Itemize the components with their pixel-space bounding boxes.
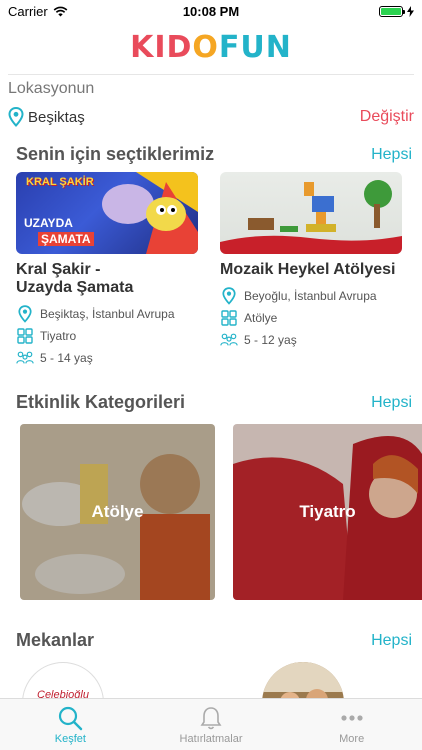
wifi-icon	[53, 6, 68, 16]
poster-title-line2: ŞAMATA	[38, 232, 94, 246]
tab-more[interactable]: More	[281, 699, 422, 750]
bell-icon	[200, 706, 222, 729]
grid-icon	[220, 309, 238, 327]
event-category-row: Atölye	[220, 307, 402, 329]
status-bar: Carrier 10:08 PM	[0, 0, 422, 22]
venues-see-all-link[interactable]: Hepsi	[371, 632, 412, 650]
carrier-label: Carrier	[8, 3, 48, 19]
change-location-button[interactable]: Değiştir	[360, 108, 414, 126]
header-divider	[8, 74, 414, 75]
picks-title: Senin için seçtiklerimiz	[16, 144, 215, 164]
event-image	[220, 172, 402, 254]
event-place-row: Beyoğlu, İstanbul Avrupa	[220, 285, 402, 307]
poster-title-line1: UZAYDA	[24, 216, 73, 230]
logo-part-fun: FUN	[218, 29, 292, 65]
event-age-row: 5 - 12 yaş	[220, 329, 402, 351]
tab-bar: Keşfet Hatırlatmalar More	[0, 698, 422, 750]
location-pin-icon	[16, 305, 34, 323]
event-category-row: Tiyatro	[16, 325, 198, 347]
event-place-row: Beşiktaş, İstanbul Avrupa	[16, 303, 198, 325]
more-dots-icon	[341, 714, 363, 721]
people-icon	[220, 331, 238, 349]
logo-part-o: O	[192, 29, 219, 65]
grid-icon	[16, 327, 34, 345]
location-row: Beşiktaş Değiştir	[8, 106, 414, 128]
categories-title: Etkinlik Kategorileri	[16, 392, 186, 412]
event-category: Atölye	[244, 311, 278, 325]
event-title-line2: Uzayda Şamata	[16, 279, 134, 296]
search-icon	[59, 706, 83, 730]
category-card-atolye[interactable]: Atölye	[20, 424, 215, 600]
app-logo: KIDOFUN	[0, 22, 422, 72]
tab-kesfet[interactable]: Keşfet	[0, 699, 141, 750]
event-card-kral-sakir[interactable]: KRAL ŞAKİR UZAYDA ŞAMATA Kral Şakir - Uz…	[16, 172, 198, 369]
event-title: Kral Şakir - Uzayda Şamata	[16, 261, 198, 297]
category-label: Tiyatro	[299, 502, 356, 521]
category-card-tiyatro[interactable]: Tiyatro	[233, 424, 422, 600]
event-place: Beşiktaş, İstanbul Avrupa	[40, 307, 175, 321]
category-label: Atölye	[91, 502, 144, 521]
poster-title-top: KRAL ŞAKİR	[26, 176, 94, 188]
tab-label: More	[339, 732, 365, 745]
tab-label: Hatırlatmalar	[179, 732, 243, 745]
event-title: Mozaik Heykel Atölyesi	[220, 261, 402, 279]
location-pin-icon	[220, 287, 238, 305]
event-title-line1: Mozaik Heykel Atölyesi	[220, 261, 396, 278]
battery-icon	[379, 5, 405, 17]
event-title-line1: Kral Şakir -	[16, 261, 101, 278]
event-age-row: 5 - 14 yaş	[16, 347, 198, 369]
event-category: Tiyatro	[40, 329, 77, 343]
event-place: Beyoğlu, İstanbul Avrupa	[244, 289, 377, 303]
location-pin-icon	[8, 107, 24, 127]
venues-title: Mekanlar	[16, 630, 95, 650]
tab-hatirlatmalar[interactable]: Hatırlatmalar	[141, 699, 282, 750]
location-value: Beşiktaş	[28, 108, 85, 126]
event-age: 5 - 14 yaş	[40, 351, 93, 365]
people-icon	[16, 349, 34, 367]
picks-see-all-link[interactable]: Hepsi	[371, 146, 412, 164]
categories-see-all-link[interactable]: Hepsi	[371, 394, 412, 412]
event-card-mozaik-heykel[interactable]: Mozaik Heykel Atölyesi Beyoğlu, İstanbul…	[220, 172, 402, 351]
location-label: Lokasyonun	[8, 80, 95, 97]
charging-icon	[407, 5, 414, 17]
logo-part-kid: KID	[130, 29, 193, 65]
event-image: KRAL ŞAKİR UZAYDA ŞAMATA	[16, 172, 198, 254]
event-age: 5 - 12 yaş	[244, 333, 297, 347]
tab-label: Keşfet	[54, 732, 86, 745]
